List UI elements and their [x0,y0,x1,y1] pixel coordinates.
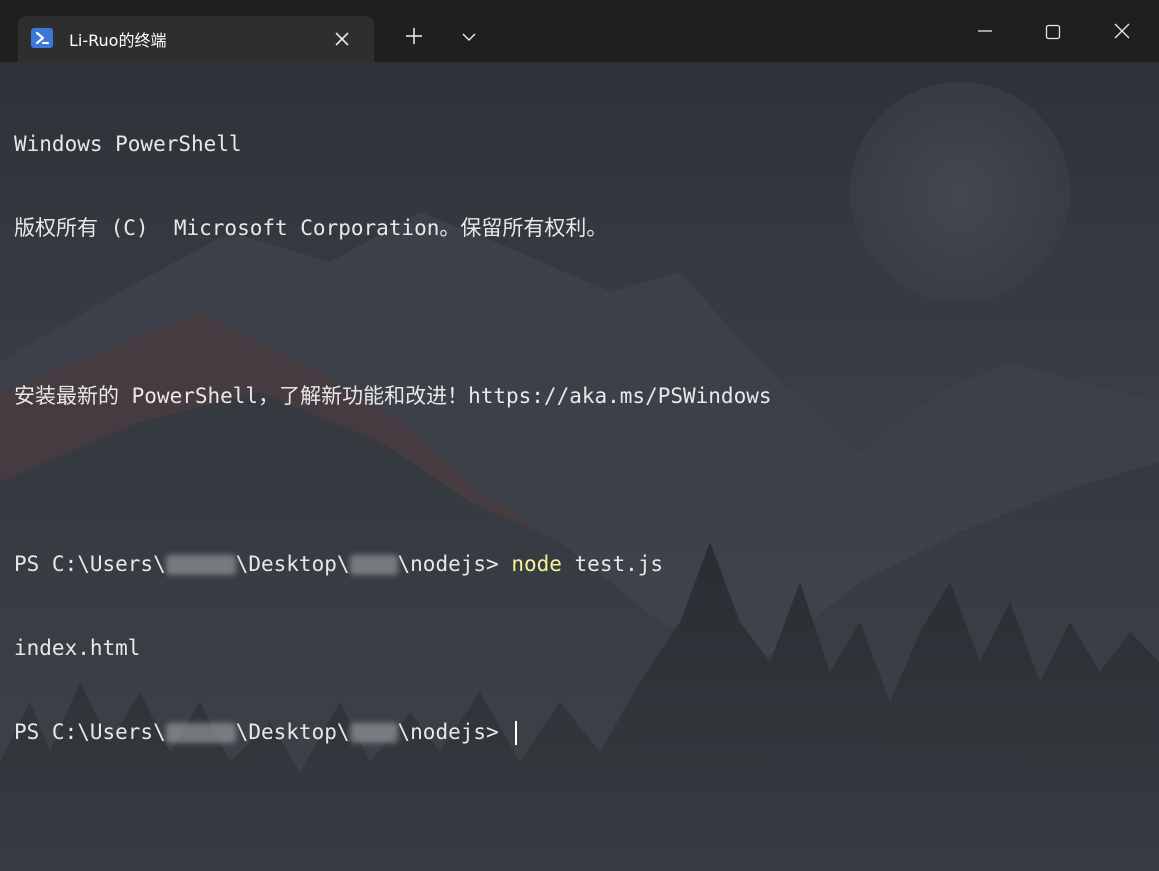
prompt-text: PS C:\Users\ [14,552,166,576]
new-tab-button[interactable] [394,18,434,54]
prompt-text: \nodejs> [397,720,512,744]
prompt-line: PS C:\Users\ \Desktop\ \nodejs> node test.… [14,550,772,578]
terminal-output: Windows PowerShell 版权所有 (C) Microsoft Co… [14,74,772,802]
powershell-icon [31,28,53,48]
prompt-text: \nodejs> [397,552,512,576]
output-line: index.html [14,634,772,662]
text-cursor[interactable] [515,721,518,745]
output-text: 安装最新的 PowerShell，了解新功能和改进！https://aka.ms… [14,384,772,408]
minimize-button[interactable] [952,0,1018,62]
terminal-pane[interactable]: Windows PowerShell 版权所有 (C) Microsoft Co… [0,62,1159,871]
maximize-icon [1045,24,1061,40]
redacted-folder [349,723,398,743]
output-line: 安装最新的 PowerShell，了解新功能和改进！https://aka.ms… [14,382,772,410]
title-bar[interactable]: Li-Ruo的终端 [0,0,1159,62]
close-window-button[interactable] [1089,0,1155,62]
terminal-window: Li-Ruo的终端 Windows PowerShell 版权所有 (C) Mi… [0,0,1159,871]
tab-close-button[interactable] [330,27,354,51]
plus-icon [406,28,422,44]
command-name: node [511,552,562,576]
tab-title: Li-Ruo的终端 [69,31,167,50]
redacted-folder [349,555,398,575]
prompt-text: PS C:\Users\ [14,720,166,744]
prompt-line: PS C:\Users\ \Desktop\ \nodejs> [14,718,772,746]
maximize-button[interactable] [1020,0,1086,62]
output-text: 版权所有 (C) Microsoft Corporation。保留所有权利。 [14,216,608,240]
output-text: index.html [14,636,141,660]
output-line: 版权所有 (C) Microsoft Corporation。保留所有权利。 [14,214,772,242]
tab-dropdown-button[interactable] [449,18,489,54]
redacted-username [165,723,236,743]
output-line: Windows PowerShell [14,130,772,158]
redacted-username [165,555,236,575]
prompt-text: \Desktop\ [235,720,350,744]
minimize-icon [978,30,992,32]
output-text: Windows PowerShell [14,132,242,156]
chevron-down-icon [462,33,476,42]
close-icon [1114,23,1130,39]
close-icon [335,32,349,46]
command-args: test.js [561,552,664,576]
prompt-text: \Desktop\ [235,552,350,576]
tab-active[interactable]: Li-Ruo的终端 [18,16,374,62]
